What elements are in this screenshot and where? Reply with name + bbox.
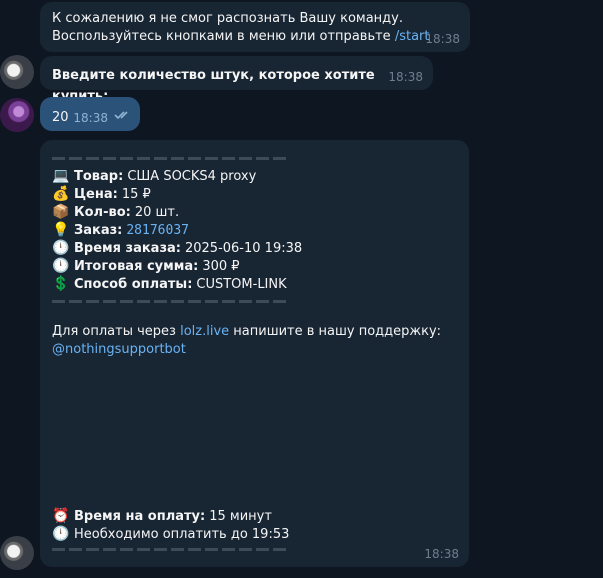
support-instructions: Для оплаты через lolz.live напишите в на… (52, 323, 457, 341)
message-time: 18:38 (73, 111, 108, 125)
pay-time-label: Время на оплату: (74, 508, 206, 524)
order-payment-row: 💲 Способ оплаты: CUSTOM-LINK (52, 275, 457, 293)
bot-message-quantity-prompt: Введите количество штук, которое хотите … (40, 56, 433, 104)
order-product-row: 💻 Товар: США SOCKS4 proxy (52, 167, 457, 185)
user-avatar[interactable] (0, 98, 34, 132)
start-command-link[interactable]: /start (395, 29, 430, 44)
dollar-icon: 💲 (52, 276, 70, 292)
clock-icon: 🕛 (52, 240, 70, 256)
order-product-value: США SOCKS4 proxy (127, 168, 257, 184)
alarm-clock-icon: ⏰ (52, 508, 70, 524)
order-total-label: Итоговая сумма: (74, 258, 199, 274)
message-time: 18:38 (424, 547, 459, 561)
message-text: К сожалению я не смог распознать Вашу ко… (52, 10, 458, 46)
order-qty-row: 📦 Кол-во: 20 шт. (52, 203, 457, 221)
order-time-row: 🕛 Время заказа: 2025-06-10 19:38 (52, 239, 457, 257)
clock-icon: 🕛 (52, 258, 70, 274)
dashed-separator (52, 300, 288, 303)
order-total-row: 🕛 Итоговая сумма: 300 ₽ (52, 257, 457, 275)
bot-message-order-summary: 💻 Товар: США SOCKS4 proxy 💰 Цена: 15 ₽ 📦… (40, 140, 469, 567)
deadline-text: Необходимо оплатить до 19:53 (74, 526, 290, 542)
bot-avatar[interactable] (0, 55, 34, 89)
pay-time-value: 15 минут (209, 508, 272, 524)
support-text-prefix: Для оплаты через (52, 324, 181, 339)
order-qty-value: 20 шт. (134, 204, 180, 220)
package-icon: 📦 (52, 204, 70, 220)
message-time: 18:38 (425, 32, 460, 46)
bot-message-unrecognized: К сожалению я не смог распознать Вашу ко… (40, 2, 470, 52)
light-bulb-icon: 💡 (52, 222, 70, 238)
order-payment-value: CUSTOM-LINK (196, 276, 287, 292)
message-text: 20 (52, 110, 69, 125)
dashed-separator (52, 157, 288, 160)
order-payment-label: Способ оплаты: (74, 276, 193, 292)
support-bot-link[interactable]: @nothingsupportbot (52, 341, 457, 359)
order-number-row: 💡 Заказ: 28176037 (52, 221, 457, 239)
order-time-label: Время заказа: (74, 240, 181, 256)
order-time-value: 2025-06-10 19:38 (184, 240, 303, 256)
laptop-icon: 💻 (52, 168, 70, 184)
user-message-quantity: 20 18:38 (40, 97, 140, 131)
order-product-label: Товар: (74, 168, 124, 184)
deadline-row: 🕛 Необходимо оплатить до 19:53 (52, 525, 289, 543)
order-number-value[interactable]: 28176037 (126, 223, 189, 238)
message-time: 18:38 (388, 70, 423, 84)
order-price-value: 15 ₽ (121, 186, 151, 202)
double-check-icon (114, 105, 132, 124)
support-text-suffix: напишите в нашу поддержку: (229, 324, 442, 339)
lolz-live-link[interactable]: lolz.live (180, 324, 229, 339)
clock-icon: 🕛 (52, 526, 70, 542)
dashed-separator (52, 548, 288, 551)
order-price-row: 💰 Цена: 15 ₽ (52, 185, 457, 203)
order-total-value: 300 ₽ (202, 258, 240, 274)
message-line-1: К сожалению я не смог распознать Вашу ко… (52, 11, 403, 26)
message-line-2: Воспользуйтесь кнопками в меню или отпра… (52, 29, 395, 44)
order-qty-label: Кол-во: (74, 204, 131, 220)
pay-time-row: ⏰ Время на оплату: 15 минут (52, 507, 289, 525)
order-price-label: Цена: (74, 186, 118, 202)
order-number-label: Заказ: (74, 222, 123, 238)
bot-avatar[interactable] (0, 536, 34, 570)
money-bag-icon: 💰 (52, 186, 70, 202)
